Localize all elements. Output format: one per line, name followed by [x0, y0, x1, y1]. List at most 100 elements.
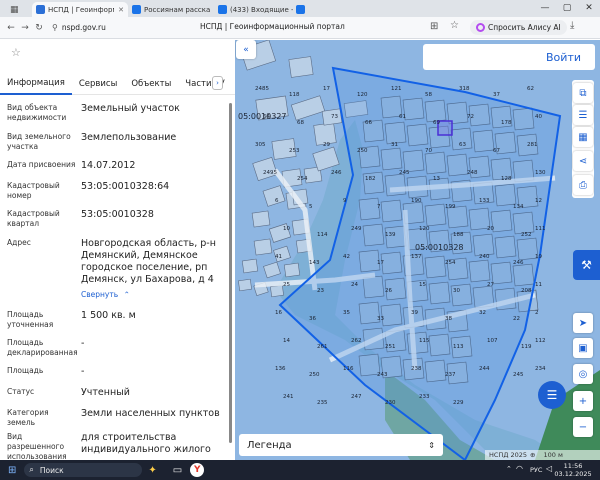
parcel-number-label: 247 — [351, 394, 362, 400]
clock[interactable]: 11:56 03.12.2025 — [553, 462, 593, 478]
chevron-up-icon[interactable]: ⌃ — [506, 465, 512, 473]
tabs-next-button[interactable]: › — [212, 76, 223, 90]
zoom-out-icon[interactable]: − — [573, 417, 593, 437]
location-icon[interactable]: ◎ — [573, 364, 593, 384]
field-value: Земельный участок — [81, 103, 180, 114]
parcel-number-label: 182 — [365, 176, 376, 182]
downloads-icon[interactable]: ⤓ — [570, 20, 574, 31]
parcel-number-label: 107 — [487, 338, 498, 344]
parcel-number-label: 37 — [493, 92, 500, 98]
parcel-number-label: 67 — [493, 148, 500, 154]
bookmark-star-icon[interactable]: ☆ — [450, 20, 459, 31]
parcel-number-label: 254 — [297, 176, 308, 182]
tab-information[interactable]: Информация — [0, 73, 72, 95]
parcel[interactable] — [270, 284, 284, 298]
favorite-star-icon[interactable]: ☆ — [11, 46, 21, 59]
parcel[interactable] — [263, 261, 281, 279]
parcel[interactable] — [241, 258, 259, 274]
parcel-number-label: 35 — [343, 310, 350, 316]
parcel-number-label: 27 — [487, 282, 494, 288]
browser-tab-grid-icon[interactable]: ▦ — [6, 2, 32, 17]
field-label: Площадь уточненная — [7, 310, 54, 329]
task-view-icon[interactable]: ▭ — [173, 465, 182, 476]
screen-icon[interactable]: ▣ — [573, 338, 593, 358]
browser-tab-mail[interactable]: (433) Входящие - Почта M — [214, 2, 312, 17]
parcel-number-label: 115 — [419, 338, 430, 344]
lang-indicator[interactable]: РУС — [530, 466, 542, 474]
zoom-in-icon[interactable]: + — [573, 391, 593, 411]
browser-tab-news[interactable]: Россиянам рассказали, г — [128, 2, 214, 17]
share-icon[interactable]: ⋖ — [573, 151, 593, 171]
parcel-number-label: 262 — [351, 338, 362, 344]
parcel-number-label: 235 — [317, 400, 328, 406]
parcel-number-label: 32 — [479, 310, 486, 316]
forward-icon[interactable]: → — [18, 23, 32, 33]
basemap-icon[interactable]: ☰ — [573, 105, 593, 125]
parcel-number-label: 20 — [487, 226, 494, 232]
parcel-number-label: 244 — [479, 366, 490, 372]
parcel-number-label: 22 — [513, 316, 520, 322]
url-text: nspd.gov.ru — [61, 23, 106, 32]
field-label: Вид объекта недвижимости — [7, 103, 67, 122]
browser-tab-nspd[interactable]: НСПД | Геоинформационный п ✕ — [32, 2, 128, 17]
parcel-number-label: 249 — [351, 226, 362, 232]
panel-scrollbar[interactable] — [229, 103, 232, 443]
address-bar[interactable]: ⚲ nspd.gov.ru — [52, 23, 106, 32]
cadastral-map[interactable]: 2485 118 17 120 121 58 318 37 62 64 68 73 66 61 69 72 17… — [235, 40, 600, 460]
parcel[interactable] — [262, 185, 286, 207]
site-info-icon[interactable]: ⚲ — [52, 23, 58, 32]
taskbar-search[interactable]: ⌕ Поиск — [24, 463, 143, 477]
windows-start-icon[interactable]: ⊞ — [8, 465, 16, 476]
parcel[interactable] — [288, 56, 314, 78]
parcel-number-label: 69 — [433, 120, 440, 126]
yandex-browser-icon[interactable]: Y — [190, 463, 205, 477]
parcel-number-label: 7 — [377, 204, 381, 210]
parcel[interactable] — [238, 278, 252, 292]
parcel[interactable] — [283, 262, 301, 278]
field-value: 1 500 кв. м — [81, 310, 136, 321]
chat-icon: ☰ — [546, 388, 558, 402]
legend-select[interactable]: Легенда ⇕ — [239, 434, 443, 456]
window-close-icon[interactable]: ✕ — [578, 3, 600, 17]
bookmark-icon[interactable]: ⊞ — [430, 21, 438, 32]
field-label: Категория земель — [7, 408, 49, 427]
print-icon[interactable]: ⎙ — [573, 175, 593, 195]
close-icon[interactable]: ✕ — [118, 6, 124, 14]
selected-parcel[interactable] — [437, 120, 453, 136]
collapse-link[interactable]: Свернуть ⌃ — [81, 290, 130, 299]
parcel[interactable] — [251, 210, 271, 228]
navigate-icon[interactable]: ➤ — [573, 313, 593, 333]
parcel-number-label: 25 — [283, 282, 290, 288]
field-value[interactable]: 53:05:0010328:64 — [81, 181, 229, 193]
parcel-number-label: 199 — [445, 204, 456, 210]
qr-code-icon[interactable]: ▦ — [573, 127, 593, 147]
field-value[interactable]: 53:05:0010328 — [81, 209, 229, 221]
parcel[interactable] — [252, 156, 278, 182]
parcel-number-label: 38 — [445, 316, 452, 322]
sparkle-icon[interactable]: ✦ — [148, 465, 156, 476]
ask-alice-button[interactable]: Спросить Алису AI — [470, 20, 567, 35]
parcel-number-label: 248 — [467, 170, 478, 176]
speaker-icon[interactable]: ◁ — [546, 464, 552, 473]
field-label: Вид земельного участка — [7, 132, 71, 151]
login-button[interactable]: Войти — [423, 44, 595, 70]
wifi-icon[interactable]: ◠ — [516, 464, 523, 473]
parcel-number-label: 243 — [377, 372, 388, 378]
collapse-panel-button[interactable]: « — [236, 40, 256, 59]
mail-favicon-icon — [296, 5, 305, 14]
browser-toolbar: ← → ↻ ⚲ nspd.gov.ru НСПД | Геоинформацио… — [0, 17, 600, 39]
tab-services[interactable]: Сервисы — [72, 73, 124, 95]
parcel-number-label: 73 — [331, 114, 338, 120]
reload-icon[interactable]: ↻ — [32, 23, 46, 33]
chat-bubble-button[interactable]: ☰ — [538, 381, 566, 409]
maximize-icon[interactable]: ▢ — [556, 3, 578, 17]
parcel[interactable] — [290, 95, 326, 121]
parcel[interactable] — [253, 238, 273, 256]
minimize-icon[interactable]: — — [534, 3, 556, 17]
browser-tab-label: НСПД | Геоинформационный п — [48, 5, 114, 14]
side-collapse-tab[interactable]: ⚒ — [573, 250, 600, 280]
parcel-number-label: 26 — [385, 288, 392, 294]
tab-objects[interactable]: Объекты — [124, 73, 178, 95]
layers-icon[interactable]: ⧉ — [573, 83, 593, 103]
back-icon[interactable]: ← — [4, 23, 18, 33]
